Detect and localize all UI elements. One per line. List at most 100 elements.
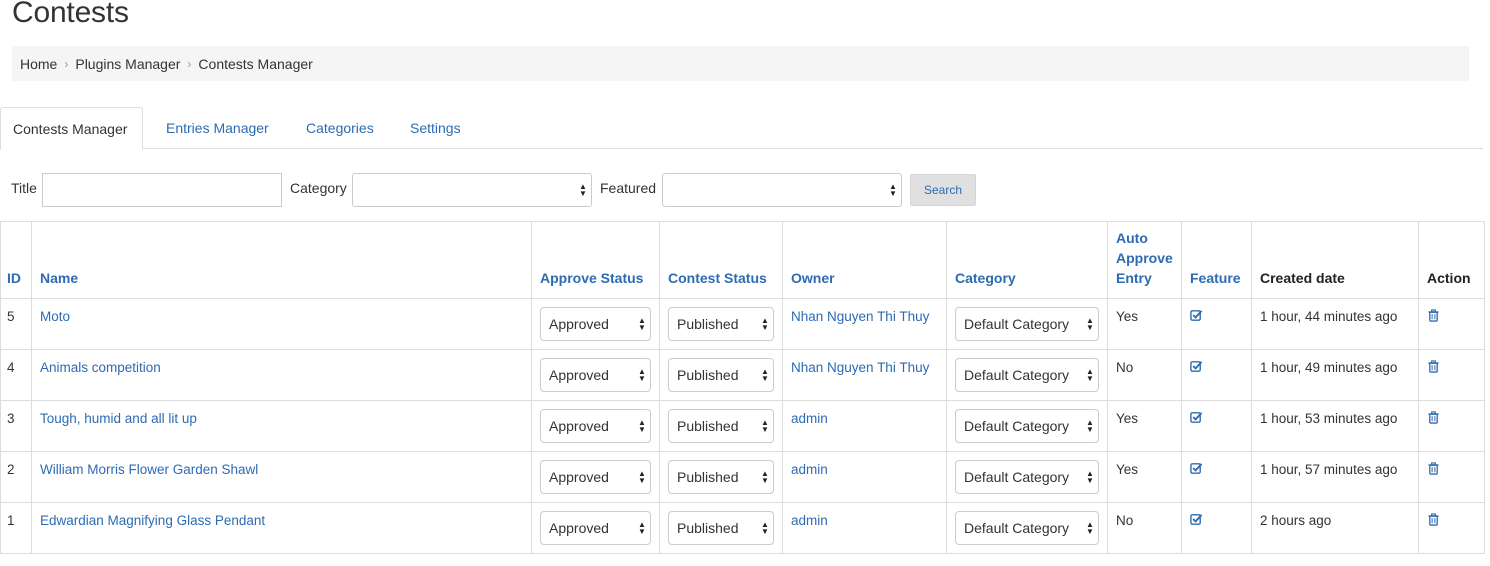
header-category[interactable]: Category: [946, 221, 1108, 299]
breadcrumb-home[interactable]: Home: [20, 56, 57, 72]
row-id: 4: [0, 349, 32, 401]
select-arrows-icon: ▲ ▼: [638, 367, 646, 383]
contest-name-link[interactable]: Animals competition: [40, 360, 161, 375]
header-feature[interactable]: Feature: [1181, 221, 1252, 299]
trash-icon[interactable]: [1427, 462, 1440, 475]
header-action: Action: [1418, 221, 1485, 299]
owner-link[interactable]: admin: [791, 462, 828, 477]
trash-icon[interactable]: [1427, 309, 1440, 322]
header-name[interactable]: Name: [31, 221, 532, 299]
category-filter-label: Category: [290, 180, 347, 196]
tab-contests-manager[interactable]: Contests Manager: [0, 107, 144, 150]
select-arrows-icon: ▲ ▼: [1086, 469, 1094, 485]
auto-approve-value: No: [1107, 349, 1182, 401]
owner-link[interactable]: Nhan Nguyen Thi Thuy: [791, 309, 929, 324]
title-filter-input[interactable]: [42, 173, 282, 207]
check-square-icon[interactable]: [1190, 411, 1203, 424]
table-row: 4 Animals competition Approved ▲ ▼ Publis…: [0, 349, 1485, 401]
category-select[interactable]: Default Category ▲ ▼: [955, 358, 1099, 392]
approve-status-select[interactable]: Approved ▲ ▼: [540, 409, 651, 443]
header-owner[interactable]: Owner: [782, 221, 947, 299]
breadcrumb-contests-manager: Contests Manager: [198, 55, 313, 72]
contest-status-select[interactable]: Published ▲ ▼: [668, 460, 774, 494]
created-date-value: 2 hours ago: [1251, 502, 1419, 554]
header-id[interactable]: ID: [0, 221, 32, 299]
select-arrows-icon: ▲ ▼: [638, 469, 646, 485]
select-arrows-icon: ▲ ▼: [638, 316, 646, 332]
header-auto-approve-entry[interactable]: Auto Approve Entry: [1107, 221, 1182, 299]
contest-status-select[interactable]: Published ▲ ▼: [668, 307, 774, 341]
auto-approve-value: Yes: [1107, 451, 1182, 503]
trash-icon[interactable]: [1427, 513, 1440, 526]
created-date-value: 1 hour, 44 minutes ago: [1251, 298, 1419, 350]
select-arrows-icon: ▲ ▼: [1086, 520, 1094, 536]
auto-approve-value: Yes: [1107, 298, 1182, 350]
select-arrows-icon: ▲ ▼: [638, 418, 646, 434]
check-square-icon[interactable]: [1190, 513, 1203, 526]
chevron-right-icon: ›: [187, 56, 192, 71]
approve-status-value: Approved: [549, 418, 609, 434]
approve-status-select[interactable]: Approved ▲ ▼: [540, 511, 651, 545]
category-select[interactable]: Default Category ▲ ▼: [955, 409, 1099, 443]
contest-name-link[interactable]: William Morris Flower Garden Shawl: [40, 462, 258, 477]
trash-icon[interactable]: [1427, 360, 1440, 373]
contest-status-value: Published: [677, 316, 739, 332]
filter-bar: Title Category ▲ ▼ Featured ▲ ▼ Search: [0, 172, 1000, 208]
select-arrows-icon: ▲ ▼: [761, 520, 769, 536]
featured-filter-select[interactable]: ▲ ▼: [662, 173, 902, 207]
check-square-icon[interactable]: [1190, 462, 1203, 475]
chevron-right-icon: ›: [64, 56, 69, 71]
featured-filter-label: Featured: [600, 180, 657, 196]
tab-categories[interactable]: Categories: [290, 107, 390, 149]
category-value: Default Category: [964, 316, 1070, 332]
contest-name-link[interactable]: Tough, humid and all lit up: [40, 411, 197, 426]
owner-link[interactable]: Nhan Nguyen Thi Thuy: [791, 360, 929, 375]
tab-settings[interactable]: Settings: [394, 107, 477, 149]
contest-status-value: Published: [677, 469, 739, 485]
owner-link[interactable]: admin: [791, 513, 828, 528]
auto-approve-value: Yes: [1107, 400, 1182, 452]
search-button[interactable]: Search: [910, 174, 976, 206]
category-value: Default Category: [964, 520, 1070, 536]
breadcrumb-plugins-manager[interactable]: Plugins Manager: [75, 56, 180, 72]
row-id: 3: [0, 400, 32, 452]
contest-status-select[interactable]: Published ▲ ▼: [668, 358, 774, 392]
select-arrows-icon: ▲ ▼: [761, 469, 769, 485]
category-filter-select[interactable]: ▲ ▼: [352, 173, 592, 207]
owner-link[interactable]: admin: [791, 411, 828, 426]
contest-status-value: Published: [677, 367, 739, 383]
created-date-value: 1 hour, 49 minutes ago: [1251, 349, 1419, 401]
approve-status-select[interactable]: Approved ▲ ▼: [540, 307, 651, 341]
approve-status-select[interactable]: Approved ▲ ▼: [540, 460, 651, 494]
select-arrows-icon: ▲ ▼: [889, 182, 897, 198]
approve-status-value: Approved: [549, 469, 609, 485]
header-contest-status[interactable]: Contest Status: [659, 221, 783, 299]
approve-status-select[interactable]: Approved ▲ ▼: [540, 358, 651, 392]
approve-status-value: Approved: [549, 316, 609, 332]
category-select[interactable]: Default Category ▲ ▼: [955, 511, 1099, 545]
created-date-value: 1 hour, 57 minutes ago: [1251, 451, 1419, 503]
category-select[interactable]: Default Category ▲ ▼: [955, 460, 1099, 494]
select-arrows-icon: ▲ ▼: [579, 182, 587, 198]
row-id: 1: [0, 502, 32, 554]
table-row: 5 Moto Approved ▲ ▼ Published ▲ ▼ Nhan Ngu…: [0, 298, 1485, 350]
contest-status-value: Published: [677, 418, 739, 434]
contest-status-select[interactable]: Published ▲ ▼: [668, 511, 774, 545]
trash-icon[interactable]: [1427, 411, 1440, 424]
tab-entries-manager[interactable]: Entries Manager: [150, 107, 285, 149]
category-select[interactable]: Default Category ▲ ▼: [955, 307, 1099, 341]
contest-name-link[interactable]: Edwardian Magnifying Glass Pendant: [40, 513, 265, 528]
row-id: 2: [0, 451, 32, 503]
created-date-value: 1 hour, 53 minutes ago: [1251, 400, 1419, 452]
contest-status-select[interactable]: Published ▲ ▼: [668, 409, 774, 443]
table-row: 1 Edwardian Magnifying Glass Pendant App…: [0, 502, 1485, 554]
contest-name-link[interactable]: Moto: [40, 309, 70, 324]
check-square-icon[interactable]: [1190, 309, 1203, 322]
select-arrows-icon: ▲ ▼: [1086, 418, 1094, 434]
header-approve-status[interactable]: Approve Status: [531, 221, 660, 299]
select-arrows-icon: ▲ ▼: [761, 418, 769, 434]
check-square-icon[interactable]: [1190, 360, 1203, 373]
select-arrows-icon: ▲ ▼: [1086, 367, 1094, 383]
table-header-row: ID Name Approve Status Contest Status Ow…: [0, 221, 1485, 299]
category-value: Default Category: [964, 418, 1070, 434]
